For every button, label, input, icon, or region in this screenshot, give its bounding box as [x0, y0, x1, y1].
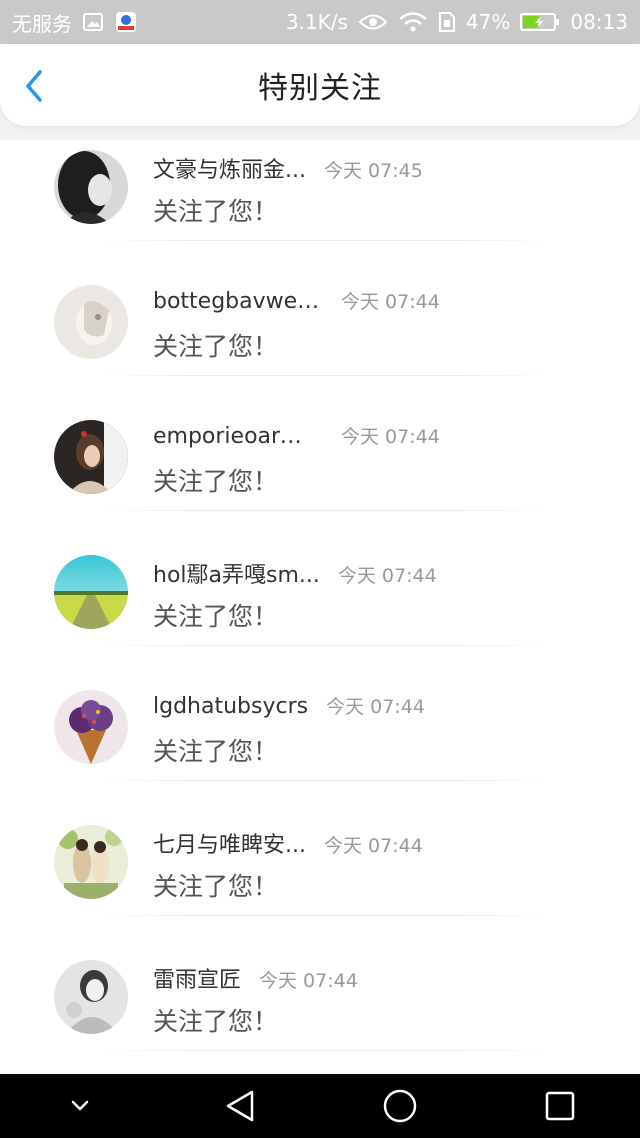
avatar[interactable] — [54, 690, 128, 764]
action-text: 关注了您！ — [153, 602, 279, 631]
user-name[interactable]: 文豪与炼丽金... — [153, 152, 306, 184]
network-speed: 3.1K/s — [285, 10, 348, 34]
app-badge-icon — [114, 10, 138, 34]
name-line: 七月与唯睥安... 今天 07:44 — [153, 827, 423, 859]
action-text: 关注了您！ — [153, 872, 279, 901]
battery-icon — [520, 11, 560, 33]
timestamp: 今天 07:44 — [323, 835, 423, 857]
divider — [100, 510, 550, 511]
nav-back-button[interactable] — [200, 1074, 280, 1138]
name-line: 雷雨宣匠 今天 07:44 — [153, 962, 358, 994]
divider — [100, 375, 550, 376]
user-name[interactable]: lgdhatubsycrs — [153, 694, 308, 719]
list-item[interactable]: 七月与唯睥安... 今天 07:44 关注了您！ — [0, 815, 640, 950]
recents-square-icon — [545, 1091, 575, 1121]
avatar[interactable] — [54, 960, 128, 1034]
timestamp: 今天 07:44 — [326, 696, 425, 718]
action-text: 关注了您！ — [153, 1007, 279, 1036]
divider — [100, 1050, 550, 1051]
action-text: 关注了您！ — [153, 467, 279, 496]
system-nav-bar — [0, 1074, 640, 1138]
list-item[interactable]: 文豪与炼丽金... 今天 07:45 关注了您！ — [0, 140, 640, 275]
name-line: lgdhatubsycrs 今天 07:44 — [153, 692, 425, 719]
sim-icon — [438, 11, 456, 33]
battery-percent: 47% — [465, 10, 511, 34]
list-item[interactable]: lgdhatubsycrs 今天 07:44 关注了您！ — [0, 680, 640, 815]
list-item[interactable]: 雷雨宣匠 今天 07:44 关注了您！ — [0, 950, 640, 1074]
status-left: 无服务 — [12, 8, 138, 37]
divider — [100, 780, 550, 781]
timestamp: 今天 07:44 — [341, 291, 440, 313]
list-item[interactable]: emporieoarma... 今天 07:44 关注了您！ — [0, 410, 640, 545]
carrier-text: 无服务 — [12, 11, 72, 36]
timestamp: 今天 07:44 — [259, 970, 358, 992]
timestamp: 今天 07:44 — [337, 565, 437, 587]
avatar[interactable] — [54, 150, 128, 224]
divider — [100, 915, 550, 916]
name-line: hol鄢a弄嘎sm... 今天 07:44 — [153, 557, 437, 589]
image-icon — [82, 11, 104, 33]
action-text: 关注了您！ — [153, 737, 279, 766]
list-item[interactable]: hol鄢a弄嘎sm... 今天 07:44 关注了您！ — [0, 545, 640, 680]
timestamp: 今天 07:45 — [323, 160, 423, 182]
nav-home-button[interactable] — [360, 1074, 440, 1138]
user-name[interactable]: 七月与唯睥安... — [153, 827, 306, 859]
avatar[interactable] — [54, 420, 128, 494]
action-text: 关注了您！ — [153, 332, 279, 361]
timestamp: 今天 07:44 — [341, 426, 440, 448]
follow-list[interactable]: 文豪与炼丽金... 今天 07:45 关注了您！ bottegbavwene..… — [0, 140, 640, 1074]
avatar[interactable] — [54, 555, 128, 629]
user-name[interactable]: 雷雨宣匠 — [153, 962, 241, 994]
status-bar: 无服务 3.1K/s 47% 08:13 — [0, 0, 640, 44]
divider — [100, 645, 550, 646]
clock: 08:13 — [570, 10, 628, 34]
hide-nav-button[interactable] — [40, 1074, 120, 1138]
chevron-left-icon — [26, 70, 42, 102]
eye-icon — [358, 11, 388, 33]
divider — [100, 240, 550, 241]
back-button[interactable] — [16, 68, 52, 104]
name-line: emporieoarma... 今天 07:44 — [153, 422, 440, 449]
chevron-down-icon — [71, 1100, 89, 1111]
name-line: 文豪与炼丽金... 今天 07:45 — [153, 152, 423, 184]
user-name[interactable]: bottegbavwene... — [153, 289, 323, 314]
action-text: 关注了您！ — [153, 197, 279, 226]
back-triangle-icon — [226, 1090, 254, 1122]
wifi-icon — [398, 11, 428, 33]
user-name[interactable]: emporieoarma... — [153, 424, 323, 449]
user-name[interactable]: hol鄢a弄嘎sm... — [153, 557, 320, 589]
status-right: 3.1K/s 47% 08:13 — [286, 10, 628, 34]
name-line: bottegbavwene... 今天 07:44 — [153, 287, 440, 314]
avatar[interactable] — [54, 285, 128, 359]
list-item[interactable]: bottegbavwene... 今天 07:44 关注了您！ — [0, 275, 640, 410]
page-title: 特别关注 — [258, 71, 382, 106]
home-circle-icon — [383, 1089, 417, 1123]
header: 特别关注 — [0, 44, 640, 126]
nav-recents-button[interactable] — [520, 1074, 600, 1138]
avatar[interactable] — [54, 825, 128, 899]
